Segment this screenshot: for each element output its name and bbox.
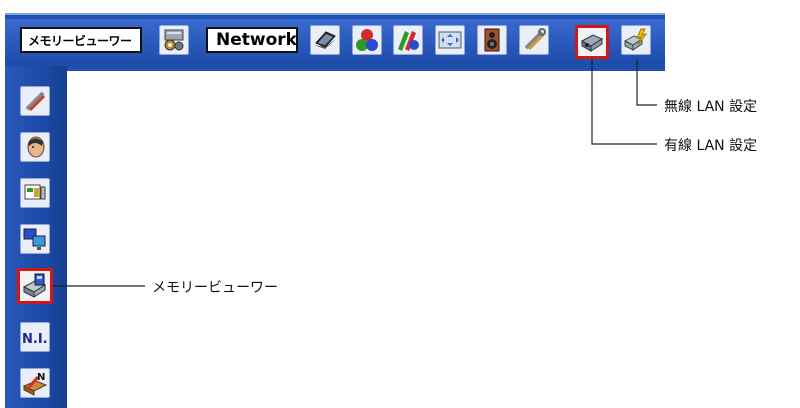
callout-lines	[53, 59, 657, 287]
wireless-lan-callout: 無線 LAN 設定	[664, 99, 758, 115]
memory-viewer-callout: メモリービューワー	[152, 280, 278, 296]
wired-lan-callout: 有線 LAN 設定	[664, 138, 758, 154]
